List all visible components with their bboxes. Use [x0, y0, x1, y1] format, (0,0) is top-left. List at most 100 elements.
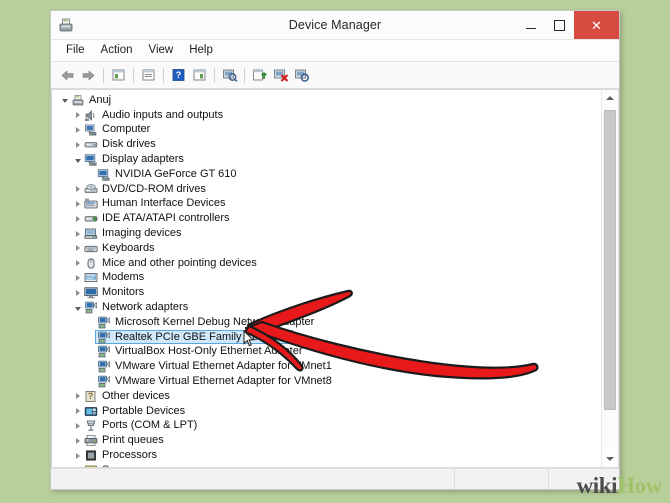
close-icon: ✕ — [591, 19, 602, 32]
tree-item-label: Keyboards — [102, 242, 155, 255]
tree-item[interactable]: Mice and other pointing devices — [52, 256, 601, 271]
chevron-right-icon[interactable] — [71, 438, 84, 444]
tree-item[interactable]: ?Other devices — [52, 389, 601, 404]
chevron-down-icon[interactable] — [71, 157, 84, 163]
processor-icon — [84, 449, 98, 462]
tree-item[interactable]: Portable Devices — [52, 404, 601, 419]
modem-icon — [84, 271, 98, 284]
chevron-down-icon[interactable] — [58, 97, 71, 103]
chevron-right-icon[interactable] — [71, 260, 84, 266]
tree-item-label: Mice and other pointing devices — [102, 257, 257, 270]
scrollbar-track[interactable] — [602, 106, 618, 451]
tree-item-label: Network adapters — [102, 301, 188, 314]
device-tree[interactable]: AnujAudio inputs and outputsComputerDisk… — [52, 90, 601, 467]
tree-item[interactable]: Imaging devices — [52, 226, 601, 241]
maximize-button[interactable] — [545, 11, 574, 39]
mouse-icon — [84, 257, 98, 270]
tree-item[interactable]: Keyboards — [52, 241, 601, 256]
tree-item-label: Disk drives — [102, 138, 156, 151]
scroll-down-button[interactable] — [602, 451, 618, 467]
tree-item[interactable]: VMware Virtual Ethernet Adapter for VMne… — [52, 374, 601, 389]
menu-item-file[interactable]: File — [59, 43, 94, 58]
watermark-how-text: How — [617, 473, 662, 498]
tree-item[interactable]: VirtualBox Host-Only Ethernet Adapter — [52, 345, 601, 360]
ide-controller-icon — [84, 212, 98, 225]
tree-item[interactable]: Monitors — [52, 285, 601, 300]
tree-item[interactable]: Modems — [52, 271, 601, 286]
vertical-scrollbar[interactable] — [601, 90, 618, 467]
chevron-right-icon[interactable] — [71, 186, 84, 192]
tree-item-label: Realtek PCIe GBE Family Controller — [115, 331, 292, 344]
tree-item[interactable]: Human Interface Devices — [52, 197, 601, 212]
toolbar: ? — [51, 62, 619, 89]
chevron-right-icon[interactable] — [71, 201, 84, 207]
tree-item[interactable]: Anuj — [52, 93, 601, 108]
tree-item[interactable]: Realtek PCIe GBE Family Controller — [52, 330, 601, 345]
back-arrow-icon[interactable] — [57, 65, 78, 85]
svg-text:?: ? — [88, 391, 94, 401]
chevron-right-icon[interactable] — [71, 275, 84, 281]
portable-device-icon — [84, 405, 98, 418]
chevron-right-icon[interactable] — [71, 231, 84, 237]
chevron-right-icon[interactable] — [71, 423, 84, 429]
chevron-right-icon[interactable] — [71, 245, 84, 251]
scrollbar-thumb[interactable] — [604, 110, 616, 410]
toolbar-separator — [133, 68, 134, 83]
tree-item-label: Audio inputs and outputs — [102, 109, 223, 122]
menu-item-help[interactable]: Help — [182, 43, 222, 58]
chevron-right-icon[interactable] — [71, 290, 84, 296]
chevron-right-icon[interactable] — [71, 112, 84, 118]
chevron-right-icon[interactable] — [71, 393, 84, 399]
tree-item-label: Modems — [102, 271, 144, 284]
forward-arrow-icon[interactable] — [78, 65, 99, 85]
tree-item[interactable]: Display adapters — [52, 152, 601, 167]
toolbar-separator — [103, 68, 104, 83]
update-driver-icon[interactable] — [249, 65, 270, 85]
tree-item[interactable]: IDE ATA/ATAPI controllers — [52, 211, 601, 226]
tree-item[interactable]: Print queues — [52, 433, 601, 448]
chevron-right-icon[interactable] — [71, 453, 84, 459]
help-icon[interactable]: ? — [168, 65, 189, 85]
tree-item[interactable]: NVIDIA GeForce GT 610 — [52, 167, 601, 182]
toolbar-separator — [244, 68, 245, 83]
tree-item[interactable]: VMware Virtual Ethernet Adapter for VMne… — [52, 359, 601, 374]
menu-item-view[interactable]: View — [142, 43, 183, 58]
tree-item[interactable]: Sensors — [52, 463, 601, 467]
computer-small-icon — [84, 123, 98, 136]
scan-hardware-changes-icon[interactable] — [219, 65, 240, 85]
toolbar-separator — [163, 68, 164, 83]
chevron-right-icon[interactable] — [71, 142, 84, 148]
device-tree-panel: AnujAudio inputs and outputsComputerDisk… — [51, 89, 619, 468]
toolbar-separator — [214, 68, 215, 83]
scroll-down-icon — [606, 457, 614, 461]
tree-item-label: VMware Virtual Ethernet Adapter for VMne… — [115, 375, 332, 388]
minimize-button[interactable] — [516, 11, 545, 39]
tree-item[interactable]: Network adapters — [52, 300, 601, 315]
watermark-wiki-text: wiki — [577, 473, 618, 498]
disable-device-icon[interactable] — [291, 65, 312, 85]
device-list-icon[interactable] — [189, 65, 210, 85]
tree-item[interactable]: Microsoft Kernel Debug Network Adapter — [52, 315, 601, 330]
show-hidden-devices-icon[interactable] — [108, 65, 129, 85]
imaging-device-icon — [84, 227, 98, 240]
status-bar — [51, 468, 619, 489]
uninstall-device-icon[interactable] — [270, 65, 291, 85]
properties-icon[interactable] — [138, 65, 159, 85]
tree-item[interactable]: DVD/CD-ROM drives — [52, 182, 601, 197]
chevron-right-icon[interactable] — [71, 127, 84, 133]
tree-item[interactable]: Ports (COM & LPT) — [52, 419, 601, 434]
tree-item[interactable]: Audio inputs and outputs — [52, 108, 601, 123]
tree-item-label: Portable Devices — [102, 405, 185, 418]
disk-drive-icon — [84, 138, 98, 151]
tree-item[interactable]: Disk drives — [52, 137, 601, 152]
tree-item[interactable]: Processors — [52, 448, 601, 463]
scroll-up-button[interactable] — [602, 90, 618, 106]
maximize-icon — [554, 20, 565, 31]
chevron-right-icon[interactable] — [71, 408, 84, 414]
chevron-right-icon[interactable] — [71, 216, 84, 222]
tree-item[interactable]: Computer — [52, 123, 601, 138]
close-button[interactable]: ✕ — [574, 11, 619, 39]
tree-item-label: DVD/CD-ROM drives — [102, 183, 206, 196]
menu-item-action[interactable]: Action — [94, 43, 142, 58]
chevron-down-icon[interactable] — [71, 305, 84, 311]
